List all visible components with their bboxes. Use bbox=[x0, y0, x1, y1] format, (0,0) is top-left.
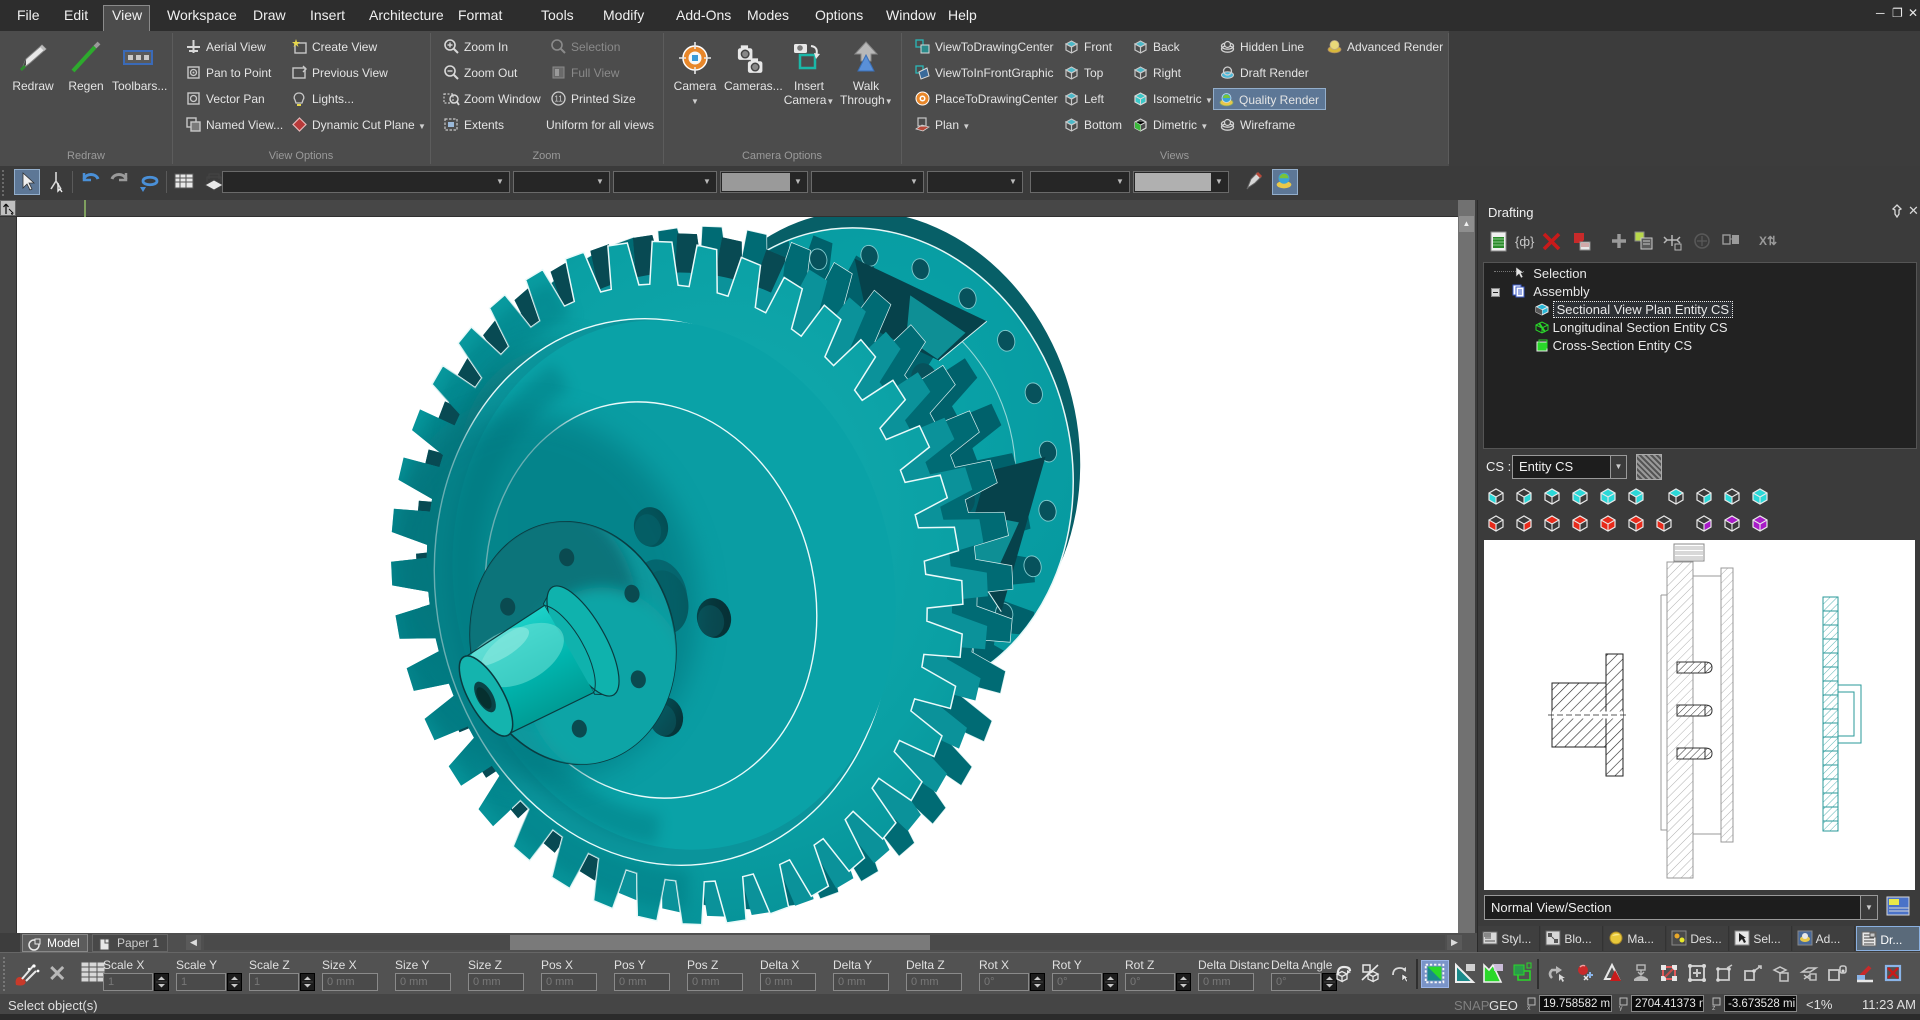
svg-text:z: z bbox=[1712, 1005, 1716, 1011]
svg-text:x: x bbox=[1527, 1005, 1531, 1011]
svg-text:11: 11 bbox=[554, 95, 563, 104]
svg-text:X⇅: X⇅ bbox=[1759, 234, 1777, 248]
svg-text:y: y bbox=[1619, 1005, 1623, 1011]
svg-text:{ф}: {ф} bbox=[1515, 234, 1535, 249]
